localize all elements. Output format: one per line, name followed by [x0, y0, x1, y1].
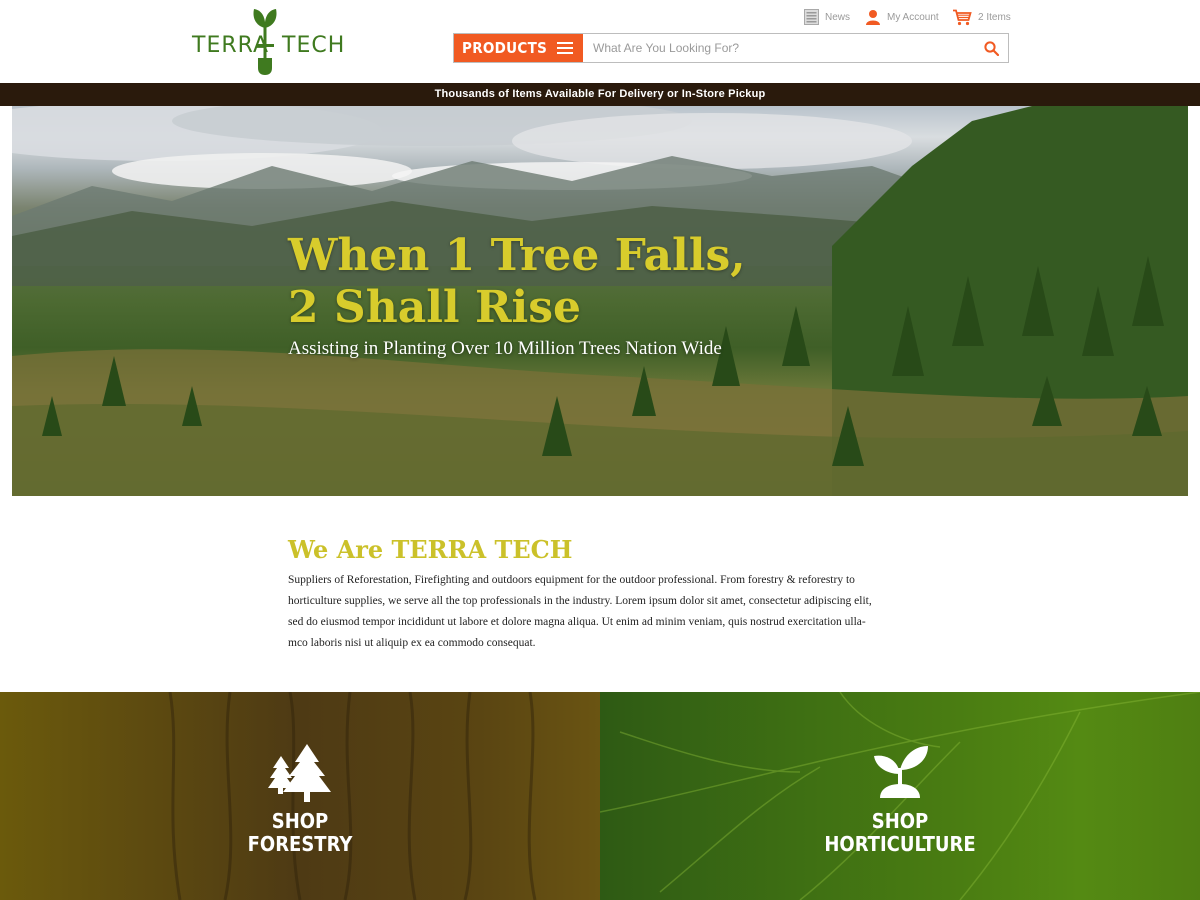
logo-text-right: TECH	[282, 33, 346, 58]
about-title: We Are TERRA TECH	[288, 535, 573, 564]
announcement-bar: Thousands of Items Available For Deliver…	[0, 83, 1200, 106]
shop-horticulture-line1: SHOP	[871, 809, 929, 833]
about-section: We Are TERRA TECH Suppliers of Reforesta…	[288, 535, 918, 654]
news-icon	[804, 9, 819, 25]
shop-horticulture-line2: HORTICULTURE	[824, 832, 976, 856]
hero-subtitle: Assisting in Planting Over 10 Million Tr…	[288, 338, 722, 359]
news-link[interactable]: News	[804, 8, 850, 26]
search-button[interactable]	[974, 34, 1008, 62]
shop-forestry-line2: FORESTRY	[247, 832, 353, 856]
hero-title-line2: 2 Shall Rise	[288, 282, 582, 333]
user-icon	[866, 10, 880, 25]
cart-count-label: 2 Items	[978, 11, 1011, 23]
my-account-label: My Account	[887, 11, 939, 23]
shovel-sprout-logo-icon	[253, 9, 277, 75]
about-body: Suppliers of Reforestation, Firefighting…	[288, 570, 918, 654]
search-bar: PRODUCTS	[453, 33, 1009, 63]
logo[interactable]: TERRA TECH	[192, 6, 346, 76]
hamburger-menu-icon	[557, 42, 573, 54]
sprout-icon	[874, 746, 928, 798]
my-account-link[interactable]: My Account	[865, 8, 939, 26]
cart-link[interactable]: 2 Items	[952, 8, 1011, 26]
about-line: mco laboris nisi ut aliquip ex ea commod…	[288, 637, 536, 649]
site-header: TERRA TECH News My Account 2 Items PRODU…	[0, 0, 1200, 83]
hero-title-line1: When 1 Tree Falls,	[288, 230, 746, 281]
products-menu-button[interactable]: PRODUCTS	[454, 34, 583, 62]
shop-forestry-tile[interactable]: SHOP FORESTRY	[0, 692, 600, 900]
hero-banner: When 1 Tree Falls, 2 Shall Rise Assistin…	[12, 106, 1188, 496]
search-input[interactable]	[583, 34, 974, 62]
cart-icon	[953, 9, 972, 25]
trees-icon	[268, 744, 331, 802]
about-line: horticulture supplies, we serve all the …	[288, 595, 872, 607]
news-label: News	[825, 11, 851, 23]
about-line: sed do eiusmod tempor incididunt ut labo…	[288, 616, 866, 628]
products-label: PRODUCTS	[462, 39, 548, 57]
shop-forestry-line1: SHOP	[271, 809, 329, 833]
shop-horticulture-tile[interactable]: SHOP HORTICULTURE	[600, 692, 1200, 900]
search-icon	[983, 40, 999, 56]
about-line: Suppliers of Reforestation, Firefighting…	[288, 574, 855, 586]
hero-title: When 1 Tree Falls, 2 Shall Rise	[288, 230, 746, 334]
